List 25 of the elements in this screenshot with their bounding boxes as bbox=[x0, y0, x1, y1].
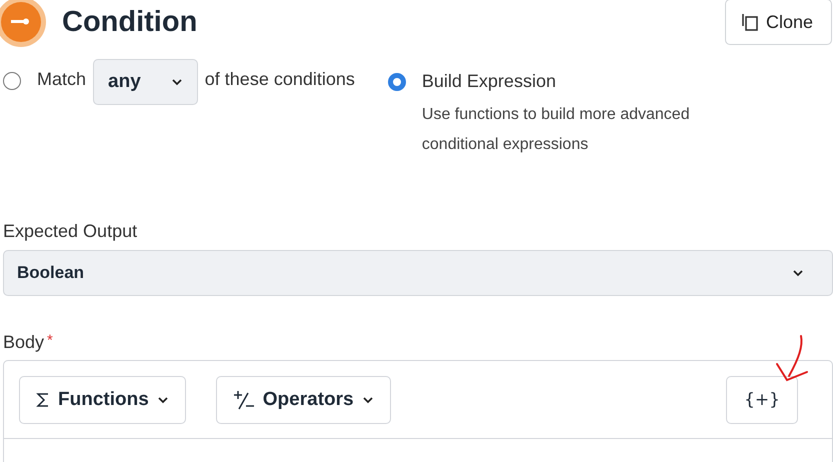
radio-button[interactable] bbox=[3, 72, 21, 90]
option-description: Use functions to build more advanced conditional expressions bbox=[422, 105, 691, 155]
radio-label: Match bbox=[37, 69, 86, 90]
chevron-down-icon bbox=[362, 396, 374, 404]
radio-label: Build Expression bbox=[422, 71, 556, 92]
sigma-icon bbox=[36, 392, 50, 408]
page-title: Condition bbox=[62, 6, 198, 38]
chevron-down-icon bbox=[170, 78, 183, 86]
insert-variable-button[interactable]: {+} bbox=[726, 376, 798, 424]
toolbar-dropdown[interactable]: Functions bbox=[19, 376, 186, 424]
clone-button[interactable]: Clone bbox=[724, 0, 832, 45]
plus-minus-icon bbox=[232, 390, 255, 410]
chevron-down-icon bbox=[156, 396, 169, 404]
chevron-down-icon bbox=[792, 269, 804, 277]
toolbar-dropdown[interactable]: Operators bbox=[216, 376, 391, 424]
required-mark: * bbox=[47, 332, 53, 351]
field-label: Expected Output bbox=[3, 221, 138, 242]
copy-icon bbox=[740, 12, 760, 32]
field-label: Body bbox=[3, 332, 44, 353]
expression-editor[interactable]: Functions Operators {+} bbox=[3, 360, 833, 462]
radio-button[interactable] bbox=[388, 72, 406, 90]
condition-icon bbox=[0, 0, 46, 47]
output-select[interactable]: Boolean bbox=[3, 250, 833, 296]
radio-label: of these conditions bbox=[204, 69, 355, 90]
match-select[interactable]: any bbox=[93, 59, 198, 105]
